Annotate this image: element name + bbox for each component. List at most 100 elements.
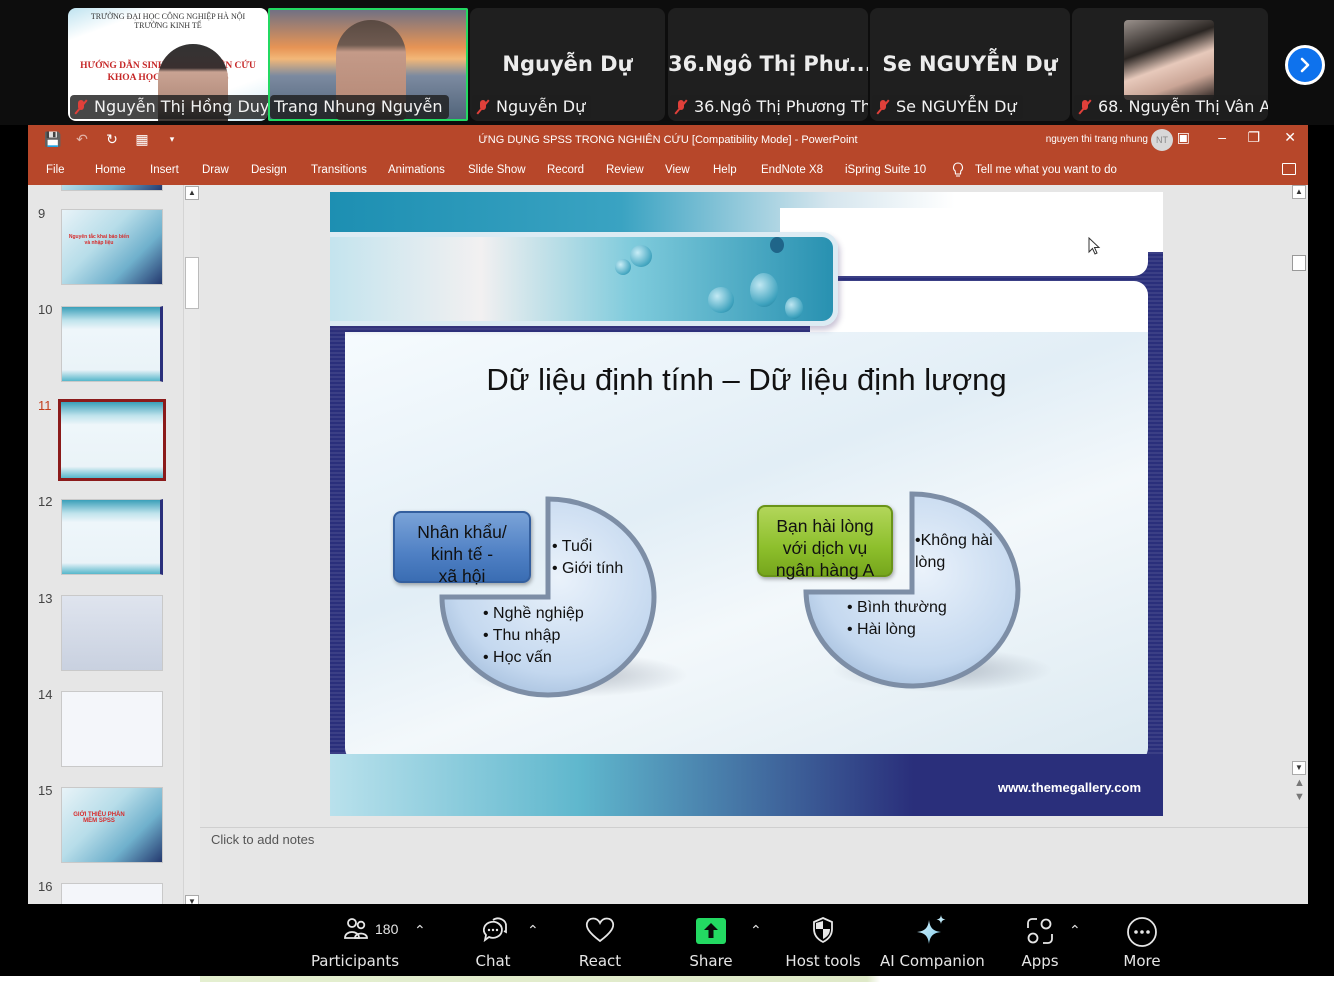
- scroll-down-icon[interactable]: ▼: [1292, 761, 1306, 775]
- chevron-right-icon: [1300, 57, 1310, 73]
- category-callout-satisfaction[interactable]: Bạn hài lòng với dịch vụ ngân hàng A: [757, 505, 893, 580]
- tab-endnote[interactable]: EndNote X8: [761, 164, 823, 176]
- background-strip: [0, 976, 1334, 982]
- ribbon-display-options-icon[interactable]: ▣: [1177, 129, 1190, 146]
- participant-tile-active-speaker[interactable]: Trang Nhung Nguyễn: [268, 8, 468, 121]
- participant-tile[interactable]: Nguyễn Dự Nguyễn Dự: [470, 8, 665, 121]
- participant-name: Nguyễn Dự: [496, 97, 586, 116]
- slide-thumbnail[interactable]: [61, 691, 163, 767]
- next-slide-icon[interactable]: ▼: [1294, 791, 1305, 803]
- editor-scrollbar[interactable]: ▲ ▼ ▲ ▼: [1291, 185, 1308, 825]
- heart-icon: [585, 917, 615, 943]
- comments-icon[interactable]: [1282, 163, 1296, 175]
- bullet-item: • Bình thường: [847, 599, 947, 616]
- mic-muted-icon: [476, 99, 490, 115]
- participant-tile[interactable]: 36.Ngô Thị Phư... 36.Ngô Thị Phương Th..…: [668, 8, 868, 121]
- video-gallery: TRƯỜNG ĐẠI HỌC CÔNG NGHIỆP HÀ NỘI TRƯỜNG…: [0, 0, 1334, 125]
- tab-home[interactable]: Home: [95, 164, 126, 176]
- close-button[interactable]: ✕: [1284, 129, 1296, 146]
- molecule-banner: [330, 232, 838, 326]
- participants-options-caret[interactable]: ⌃: [414, 922, 426, 939]
- chat-label: Chat: [475, 952, 511, 970]
- slide-number: 10: [38, 302, 53, 317]
- share-icon: [696, 918, 726, 944]
- host-tools-button[interactable]: Host tools: [783, 904, 863, 976]
- tab-draw[interactable]: Draw: [202, 164, 229, 176]
- share-button[interactable]: Share: [671, 904, 751, 976]
- participants-button[interactable]: 180 Participants: [305, 904, 405, 976]
- tab-file[interactable]: File: [46, 164, 65, 176]
- slide-thumbnail[interactable]: GIỚI THIỆU PHẦN MỀM SPSS: [61, 787, 163, 863]
- tab-review[interactable]: Review: [606, 164, 644, 176]
- slide-number: 11: [38, 398, 52, 413]
- more-button[interactable]: More: [1102, 904, 1182, 976]
- bullet-item: lòng: [915, 554, 946, 571]
- tab-record[interactable]: Record: [547, 164, 584, 176]
- tab-view[interactable]: View: [665, 164, 690, 176]
- ai-companion-label: AI Companion: [880, 952, 985, 970]
- participants-icon: [344, 918, 368, 939]
- mic-muted-icon: [876, 99, 890, 115]
- tab-slide-show[interactable]: Slide Show: [468, 164, 526, 176]
- tell-me-search[interactable]: Tell me what you want to do: [975, 164, 1117, 176]
- participant-name: Se NGUYỄN Dự: [896, 97, 1017, 116]
- slide-title[interactable]: Dữ liệu định tính – Dữ liệu định lượng: [330, 362, 1163, 398]
- slide-thumbnail[interactable]: [61, 595, 163, 671]
- notes-placeholder[interactable]: Click to add notes: [211, 832, 314, 847]
- slide-thumbnail[interactable]: [61, 185, 163, 191]
- meeting-toolbar: 180 Participants ⌃ Chat ⌃ React Share ⌃ …: [0, 904, 1334, 976]
- user-name[interactable]: nguyen thi trang nhung: [1046, 134, 1148, 145]
- mic-muted-icon: [1078, 99, 1092, 115]
- apps-button[interactable]: Apps: [1000, 904, 1080, 976]
- notes-divider[interactable]: [200, 827, 1308, 828]
- title-bar: 💾 ↶ ↻ ▦ ▾ ỨNG DỤNG SPSS TRONG NGHIÊN CỨU…: [28, 125, 1308, 155]
- participant-name: 36.Ngô Thị Phương Th...: [694, 97, 868, 116]
- participant-name: 68. Nguyễn Thị Vân Anh: [1098, 97, 1268, 116]
- thumbnails-scrollbar[interactable]: ▲ ▼: [183, 185, 200, 904]
- participant-name-label: Nguyễn Dự: [472, 95, 592, 119]
- apps-options-caret[interactable]: ⌃: [1069, 922, 1081, 939]
- tab-insert[interactable]: Insert: [150, 164, 179, 176]
- slide-thumbnail[interactable]: [61, 499, 163, 575]
- react-button[interactable]: React: [560, 904, 640, 976]
- participant-name-label: Se NGUYỄN Dự: [872, 95, 1023, 119]
- scroll-up-icon[interactable]: ▲: [185, 186, 199, 200]
- minimize-button[interactable]: –: [1218, 129, 1226, 145]
- scroll-down-icon[interactable]: ▼: [185, 895, 199, 904]
- participant-big-name: 36.Ngô Thị Phư...: [668, 52, 868, 76]
- participant-tile[interactable]: Se NGUYỄN Dự Se NGUYỄN Dự: [870, 8, 1070, 121]
- chat-options-caret[interactable]: ⌃: [527, 922, 539, 939]
- slide-number: 13: [38, 591, 53, 606]
- participant-count: 180: [375, 921, 399, 937]
- slide-thumbnail[interactable]: [61, 883, 163, 904]
- category-callout-demographic[interactable]: Nhân khẩu/ kinh tế - xã hội: [393, 511, 531, 586]
- slide-canvas[interactable]: Dữ liệu định tính – Dữ liệu định lượng N…: [330, 192, 1163, 816]
- user-avatar[interactable]: NT: [1151, 129, 1173, 151]
- apps-label: Apps: [1021, 952, 1059, 970]
- gallery-next-page-button[interactable]: [1285, 45, 1325, 85]
- tab-help[interactable]: Help: [713, 164, 737, 176]
- tab-transitions[interactable]: Transitions: [311, 164, 367, 176]
- slide-number: 9: [38, 206, 46, 221]
- participant-name-label: Nguyễn Thị Hồng Duy...: [70, 95, 268, 119]
- previous-slide-icon[interactable]: ▲: [1294, 777, 1305, 789]
- ai-companion-button[interactable]: AI Companion: [880, 904, 985, 976]
- scroll-thumb[interactable]: [1292, 255, 1306, 271]
- participant-name: Nguyễn Thị Hồng Duy...: [94, 97, 268, 116]
- participant-tile[interactable]: 68. Nguyễn Thị Vân Anh: [1072, 8, 1268, 121]
- scroll-thumb[interactable]: [185, 257, 199, 309]
- slide-thumbnail[interactable]: [61, 306, 163, 382]
- slide-thumbnail[interactable]: Nguyên tắc khai báo biến và nhập liệu: [61, 209, 163, 285]
- tab-ispring[interactable]: iSpring Suite 10: [845, 164, 926, 176]
- slide-thumbnail-selected[interactable]: [58, 399, 166, 481]
- tab-design[interactable]: Design: [251, 164, 287, 176]
- chat-button[interactable]: Chat: [453, 904, 533, 976]
- scroll-up-icon[interactable]: ▲: [1292, 185, 1306, 199]
- participant-tile[interactable]: TRƯỜNG ĐẠI HỌC CÔNG NGHIỆP HÀ NỘI TRƯỜNG…: [68, 8, 268, 121]
- bullet-item: • Tuổi: [552, 538, 593, 555]
- tab-animations[interactable]: Animations: [388, 164, 445, 176]
- apps-icon: [1027, 918, 1053, 944]
- maximize-button[interactable]: ❐: [1247, 129, 1260, 146]
- thumbnail-title: Nguyên tắc khai báo biến và nhập liệu: [68, 234, 130, 246]
- share-options-caret[interactable]: ⌃: [750, 922, 762, 939]
